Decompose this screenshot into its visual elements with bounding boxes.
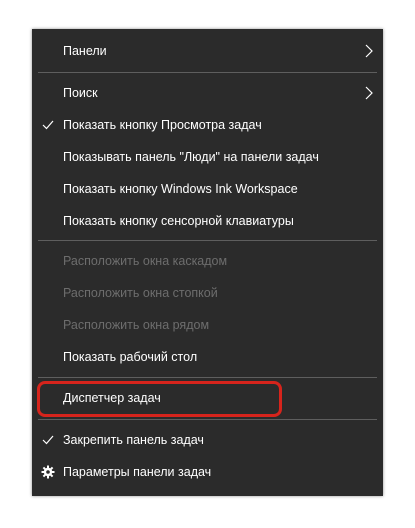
menu-item-label: Показать рабочий стол <box>63 350 198 364</box>
menu-separator <box>38 72 377 73</box>
taskbar-context-menu: Панели Поиск Показать кнопку Просмотра з… <box>32 29 383 496</box>
menu-item-label: Показывать панель "Люди" на панели задач <box>63 150 319 164</box>
menu-separator <box>38 377 377 378</box>
menu-item-cascade-windows: Расположить окна каскадом <box>32 245 383 277</box>
menu-item-label: Диспетчер задач <box>63 391 161 405</box>
menu-item-stack-windows: Расположить окна стопкой <box>32 277 383 309</box>
menu-item-label: Поиск <box>63 86 98 100</box>
menu-item-label: Расположить окна стопкой <box>63 286 218 300</box>
menu-item-label: Закрепить панель задач <box>63 433 204 447</box>
checkmark-icon <box>41 109 55 141</box>
menu-item-label: Расположить окна каскадом <box>63 254 228 268</box>
chevron-right-icon <box>365 44 373 58</box>
menu-item-panels[interactable]: Панели <box>32 35 383 67</box>
menu-separator <box>38 419 377 420</box>
menu-item-task-manager[interactable]: Диспетчер задач <box>32 382 383 414</box>
menu-item-label: Показать кнопку Windows Ink Workspace <box>63 182 298 196</box>
menu-item-show-touch-keyboard-button[interactable]: Показать кнопку сенсорной клавиатуры <box>32 205 383 237</box>
menu-item-label: Показать кнопку сенсорной клавиатуры <box>63 214 294 228</box>
menu-item-taskbar-settings[interactable]: Параметры панели задач <box>32 456 383 488</box>
chevron-right-icon <box>365 86 373 100</box>
menu-item-show-people-bar[interactable]: Показывать панель "Люди" на панели задач <box>32 141 383 173</box>
menu-item-side-by-side-windows: Расположить окна рядом <box>32 309 383 341</box>
menu-item-label: Показать кнопку Просмотра задач <box>63 118 262 132</box>
menu-item-label: Параметры панели задач <box>63 465 212 479</box>
checkmark-icon <box>41 424 55 456</box>
menu-item-show-ink-workspace-button[interactable]: Показать кнопку Windows Ink Workspace <box>32 173 383 205</box>
menu-item-show-task-view-button[interactable]: Показать кнопку Просмотра задач <box>32 109 383 141</box>
menu-item-lock-taskbar[interactable]: Закрепить панель задач <box>32 424 383 456</box>
menu-item-label: Панели <box>63 44 107 58</box>
menu-item-show-desktop[interactable]: Показать рабочий стол <box>32 341 383 373</box>
screenshot-canvas: Панели Поиск Показать кнопку Просмотра з… <box>0 0 415 528</box>
menu-item-label: Расположить окна рядом <box>63 318 210 332</box>
menu-item-search[interactable]: Поиск <box>32 77 383 109</box>
gear-icon <box>41 456 55 488</box>
menu-separator <box>38 240 377 241</box>
